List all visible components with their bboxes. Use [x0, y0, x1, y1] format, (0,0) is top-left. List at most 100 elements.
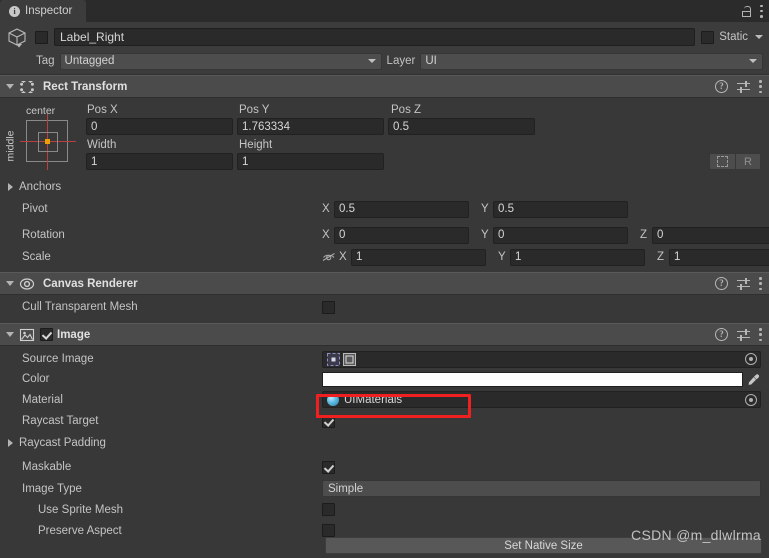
help-icon[interactable]: ?: [715, 277, 728, 290]
pivot-x-input[interactable]: 0.5: [334, 200, 469, 218]
layer-dropdown[interactable]: UI: [420, 52, 763, 70]
layer-value: UI: [425, 55, 437, 67]
gameobject-name-input[interactable]: Label_Right: [54, 28, 696, 46]
preserve-aspect-checkbox[interactable]: [322, 524, 335, 537]
eyedropper-icon[interactable]: [745, 371, 761, 388]
pivot-y-axis-label: Y: [481, 203, 489, 215]
tabbar-actions: [742, 0, 763, 22]
component-header-canvas-renderer[interactable]: Canvas Renderer ?: [0, 272, 769, 295]
help-icon[interactable]: ?: [715, 80, 728, 93]
image-type-row: Image Type Simple: [0, 478, 769, 499]
height-input[interactable]: 1: [237, 153, 384, 170]
preset-icon[interactable]: [737, 80, 750, 93]
source-image-label: Source Image: [22, 353, 94, 365]
scale-x-input[interactable]: 1: [351, 248, 486, 266]
pivot-x-axis-label: X: [322, 203, 330, 215]
kebab-menu-icon[interactable]: [759, 80, 762, 93]
cull-transparent-mesh-checkbox[interactable]: [322, 300, 335, 314]
image-type-value: Simple: [328, 482, 364, 495]
anchor-preset-widget[interactable]: center middle: [0, 102, 86, 172]
preset-icon[interactable]: [737, 277, 750, 290]
width-input[interactable]: 1: [86, 153, 233, 170]
raycast-target-row: Raycast Target: [0, 410, 769, 432]
component-title: Image: [57, 328, 91, 341]
component-tools: ?: [715, 324, 762, 345]
component-header-image[interactable]: Image ?: [0, 323, 769, 346]
blueprint-mode-icon: [717, 156, 728, 167]
pos-y-input[interactable]: 1.763334: [237, 118, 384, 135]
color-swatch-field[interactable]: [322, 371, 743, 387]
lock-open-icon[interactable]: [742, 5, 751, 17]
pos-x-label: Pos X: [87, 103, 118, 116]
scale-z-input[interactable]: 1: [669, 248, 769, 266]
gameobject-enabled-checkbox[interactable]: [35, 30, 48, 44]
rotation-x-input[interactable]: 0: [334, 226, 469, 244]
pos-labels-row: Pos X Pos Y Pos Z: [86, 102, 761, 117]
kebab-menu-icon[interactable]: [759, 328, 762, 341]
static-label: Static: [719, 31, 748, 43]
sprite-icon: [327, 352, 340, 366]
pivot-label: Pivot: [22, 203, 48, 215]
material-sphere-icon: [327, 393, 339, 406]
object-picker-icon[interactable]: [745, 393, 757, 406]
raycast-padding-label: Raycast Padding: [19, 437, 106, 449]
scale-y-input[interactable]: 1: [510, 248, 645, 266]
tag-layer-row: Tag Untagged Layer UI: [6, 52, 763, 70]
component-header-rect-transform[interactable]: Rect Transform ?: [0, 75, 769, 98]
blueprint-mode-button[interactable]: [709, 153, 735, 170]
raw-edit-button[interactable]: R: [735, 153, 761, 170]
pos-y-label: Pos Y: [239, 103, 270, 116]
rotation-z-input[interactable]: 0: [652, 226, 769, 244]
tab-inspector-label: Inspector: [25, 5, 73, 17]
chevron-right-icon[interactable]: [8, 439, 13, 447]
rotation-y-axis-label: Y: [481, 229, 489, 241]
image-body: Source Image Color Material UIMaterials …: [0, 349, 769, 541]
image-enabled-checkbox[interactable]: [40, 328, 53, 341]
raycast-padding-label-group: Raycast Padding: [0, 437, 322, 449]
link-off-icon[interactable]: [322, 251, 336, 263]
kebab-menu-icon[interactable]: [760, 4, 763, 18]
image-type-dropdown[interactable]: Simple: [322, 480, 761, 497]
tag-dropdown[interactable]: Untagged: [59, 52, 382, 70]
kebab-menu-icon[interactable]: [759, 277, 762, 290]
object-picker-icon[interactable]: [745, 353, 757, 365]
pivot-y-input[interactable]: 0.5: [493, 200, 628, 218]
pos-x-input[interactable]: 0: [86, 118, 233, 135]
static-checkbox[interactable]: [701, 30, 715, 44]
rotation-y-input[interactable]: 0: [493, 226, 628, 244]
static-toggle-group: Static: [701, 30, 763, 44]
cull-transparent-mesh-label: Cull Transparent Mesh: [22, 301, 138, 313]
material-field[interactable]: UIMaterials: [322, 391, 761, 408]
use-sprite-mesh-label: Use Sprite Mesh: [38, 503, 124, 516]
chevron-down-icon: [749, 59, 757, 63]
anchor-horizontal-label: center: [26, 105, 56, 117]
foldout-toggle[interactable]: [4, 278, 16, 290]
preserve-aspect-label: Preserve Aspect: [38, 524, 122, 537]
tab-inspector[interactable]: i Inspector: [0, 0, 87, 22]
anchor-diagram: [20, 114, 76, 170]
inspector-tabbar: i Inspector: [0, 0, 769, 22]
rect-transform-body: center middle Pos X Pos Y Pos Z 0 1.7633…: [0, 98, 769, 272]
use-sprite-mesh-row: Use Sprite Mesh: [0, 499, 769, 520]
source-image-field[interactable]: [322, 350, 761, 368]
pos-z-input[interactable]: 0.5: [388, 118, 535, 135]
eye-icon: [19, 276, 35, 292]
foldout-toggle[interactable]: [4, 329, 16, 341]
maskable-checkbox[interactable]: [322, 460, 335, 474]
pos-z-label: Pos Z: [391, 103, 422, 116]
raycast-target-checkbox[interactable]: [322, 414, 335, 428]
rotation-row: Rotation X 0 Y 0 Z 0: [0, 224, 769, 246]
scale-row: Scale X 1 Y 1 Z 1: [0, 246, 769, 268]
use-sprite-mesh-checkbox[interactable]: [322, 503, 335, 516]
cull-transparent-mesh-row: Cull Transparent Mesh: [0, 295, 769, 319]
raycast-padding-row[interactable]: Raycast Padding: [0, 432, 769, 454]
sprite-preview-icon: [343, 352, 356, 366]
preset-icon[interactable]: [737, 328, 750, 341]
help-icon[interactable]: ?: [715, 328, 728, 341]
image-type-label: Image Type: [22, 482, 82, 495]
foldout-toggle[interactable]: [4, 81, 16, 93]
chevron-right-icon[interactable]: [8, 183, 13, 191]
chevron-down-icon[interactable]: [755, 35, 763, 39]
anchors-row[interactable]: Anchors: [0, 176, 769, 198]
color-row: Color: [0, 369, 769, 389]
